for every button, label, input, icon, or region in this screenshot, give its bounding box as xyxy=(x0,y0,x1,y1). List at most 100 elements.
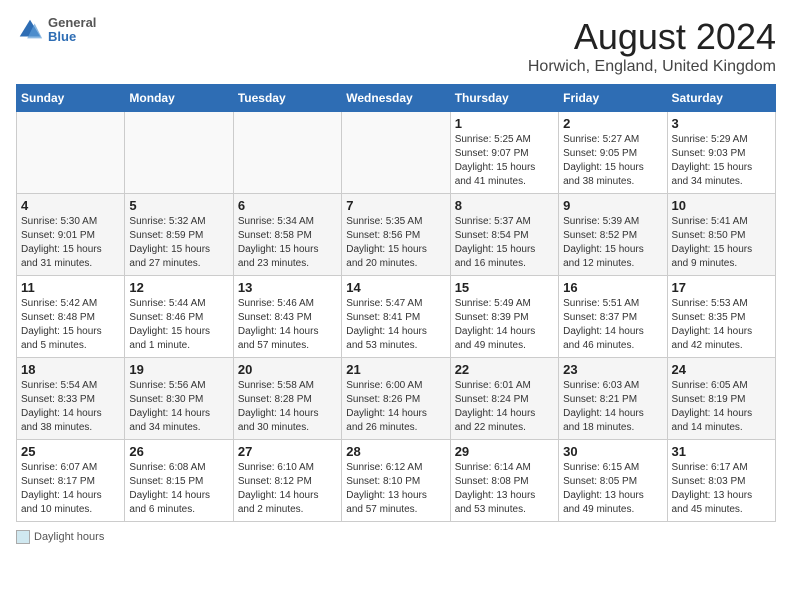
day-info: Sunrise: 5:44 AM Sunset: 8:46 PM Dayligh… xyxy=(129,297,228,353)
logo-text: General Blue xyxy=(48,16,96,45)
day-number: 9 xyxy=(563,198,662,213)
calendar-cell: 15Sunrise: 5:49 AM Sunset: 8:39 PM Dayli… xyxy=(450,276,558,358)
day-number: 3 xyxy=(672,116,771,131)
calendar-cell: 17 Sunrise: 5:53 AM Sunset: 8:35 PM Dayli… xyxy=(667,276,775,358)
day-info: Sunrise: 6:15 AM Sunset: 8:05 PM Dayligh… xyxy=(563,461,662,517)
calendar-cell: 30 Sunrise: 6:15 AM Sunset: 8:05 PM Dayli… xyxy=(559,440,667,522)
day-number: 31 xyxy=(672,444,771,459)
page-title: August 2024 xyxy=(528,16,776,58)
day-info: Sunrise: 6:14 AM Sunset: 8:08 PM Dayligh… xyxy=(455,461,554,517)
day-info: Sunrise: 5:32 AM Sunset: 8:59 PM Dayligh… xyxy=(129,215,228,271)
title-block: August 2024 Horwich, England, United Kin… xyxy=(528,16,776,76)
day-info: Sunrise: 6:01 AM Sunset: 8:24 PM Dayligh… xyxy=(455,379,554,435)
col-header-thursday: Thursday xyxy=(450,85,558,112)
calendar-cell: 3Sunrise: 5:29 AM Sunset: 9:03 PM Daylig… xyxy=(667,112,775,194)
day-number: 13 xyxy=(238,280,337,295)
day-number: 11 xyxy=(21,280,120,295)
day-number: 5 xyxy=(129,198,228,213)
calendar-cell: 12Sunrise: 5:44 AM Sunset: 8:46 PM Dayli… xyxy=(125,276,233,358)
day-number: 18 xyxy=(21,362,120,377)
calendar-cell: 8 Sunrise: 5:37 AM Sunset: 8:54 PM Daylig… xyxy=(450,194,558,276)
page-header: General Blue August 2024 Horwich, Englan… xyxy=(16,16,776,76)
day-info: Sunrise: 5:37 AM Sunset: 8:54 PM Dayligh… xyxy=(455,215,554,271)
day-number: 7 xyxy=(346,198,445,213)
calendar-cell xyxy=(233,112,341,194)
day-number: 30 xyxy=(563,444,662,459)
day-info: Sunrise: 6:00 AM Sunset: 8:26 PM Dayligh… xyxy=(346,379,445,435)
day-number: 26 xyxy=(129,444,228,459)
logo: General Blue xyxy=(16,16,96,45)
day-info: Sunrise: 6:03 AM Sunset: 8:21 PM Dayligh… xyxy=(563,379,662,435)
day-info: Sunrise: 6:17 AM Sunset: 8:03 PM Dayligh… xyxy=(672,461,771,517)
day-number: 6 xyxy=(238,198,337,213)
calendar-cell: 7 Sunrise: 5:35 AM Sunset: 8:56 PM Daylig… xyxy=(342,194,450,276)
day-info: Sunrise: 6:07 AM Sunset: 8:17 PM Dayligh… xyxy=(21,461,120,517)
col-header-tuesday: Tuesday xyxy=(233,85,341,112)
calendar-cell xyxy=(17,112,125,194)
calendar-cell: 23Sunrise: 6:03 AM Sunset: 8:21 PM Dayli… xyxy=(559,358,667,440)
calendar-cell: 9 Sunrise: 5:39 AM Sunset: 8:52 PM Daylig… xyxy=(559,194,667,276)
day-number: 22 xyxy=(455,362,554,377)
day-number: 2 xyxy=(563,116,662,131)
calendar-week-3: 11 Sunrise: 5:42 AM Sunset: 8:48 PM Dayli… xyxy=(17,276,776,358)
page-subtitle: Horwich, England, United Kingdom xyxy=(528,58,776,76)
calendar-cell: 26Sunrise: 6:08 AM Sunset: 8:15 PM Dayli… xyxy=(125,440,233,522)
day-info: Sunrise: 5:49 AM Sunset: 8:39 PM Dayligh… xyxy=(455,297,554,353)
day-info: Sunrise: 5:46 AM Sunset: 8:43 PM Dayligh… xyxy=(238,297,337,353)
daylight-label: Daylight hours xyxy=(34,531,104,543)
day-number: 8 xyxy=(455,198,554,213)
calendar-cell: 4 Sunrise: 5:30 AM Sunset: 9:01 PM Daylig… xyxy=(17,194,125,276)
day-info: Sunrise: 5:54 AM Sunset: 8:33 PM Dayligh… xyxy=(21,379,120,435)
day-number: 1 xyxy=(455,116,554,131)
calendar-footer: Daylight hours xyxy=(16,530,776,544)
day-info: Sunrise: 5:56 AM Sunset: 8:30 PM Dayligh… xyxy=(129,379,228,435)
col-header-monday: Monday xyxy=(125,85,233,112)
day-number: 29 xyxy=(455,444,554,459)
day-info: Sunrise: 6:05 AM Sunset: 8:19 PM Dayligh… xyxy=(672,379,771,435)
calendar-cell: 18 Sunrise: 5:54 AM Sunset: 8:33 PM Dayli… xyxy=(17,358,125,440)
calendar-cell: 10Sunrise: 5:41 AM Sunset: 8:50 PM Dayli… xyxy=(667,194,775,276)
calendar-cell: 31 Sunrise: 6:17 AM Sunset: 8:03 PM Dayli… xyxy=(667,440,775,522)
calendar-week-5: 25 Sunrise: 6:07 AM Sunset: 8:17 PM Dayli… xyxy=(17,440,776,522)
daylight-legend: Daylight hours xyxy=(16,530,104,544)
daylight-box xyxy=(16,530,30,544)
day-info: Sunrise: 5:25 AM Sunset: 9:07 PM Dayligh… xyxy=(455,133,554,189)
calendar-cell: 6 Sunrise: 5:34 AM Sunset: 8:58 PM Daylig… xyxy=(233,194,341,276)
calendar-week-1: 1 Sunrise: 5:25 AM Sunset: 9:07 PM Daylig… xyxy=(17,112,776,194)
col-header-saturday: Saturday xyxy=(667,85,775,112)
day-number: 17 xyxy=(672,280,771,295)
day-info: Sunrise: 5:34 AM Sunset: 8:58 PM Dayligh… xyxy=(238,215,337,271)
day-number: 25 xyxy=(21,444,120,459)
calendar-cell: 14 Sunrise: 5:47 AM Sunset: 8:41 PM Dayli… xyxy=(342,276,450,358)
day-info: Sunrise: 5:47 AM Sunset: 8:41 PM Dayligh… xyxy=(346,297,445,353)
calendar-table: SundayMondayTuesdayWednesdayThursdayFrid… xyxy=(16,84,776,522)
calendar-cell: 13 Sunrise: 5:46 AM Sunset: 8:43 PM Dayli… xyxy=(233,276,341,358)
day-info: Sunrise: 5:39 AM Sunset: 8:52 PM Dayligh… xyxy=(563,215,662,271)
day-number: 19 xyxy=(129,362,228,377)
calendar-cell: 5 Sunrise: 5:32 AM Sunset: 8:59 PM Daylig… xyxy=(125,194,233,276)
calendar-cell: 21Sunrise: 6:00 AM Sunset: 8:26 PM Dayli… xyxy=(342,358,450,440)
day-info: Sunrise: 6:10 AM Sunset: 8:12 PM Dayligh… xyxy=(238,461,337,517)
day-info: Sunrise: 5:30 AM Sunset: 9:01 PM Dayligh… xyxy=(21,215,120,271)
calendar-cell: 19 Sunrise: 5:56 AM Sunset: 8:30 PM Dayli… xyxy=(125,358,233,440)
calendar-cell: 29 Sunrise: 6:14 AM Sunset: 8:08 PM Dayli… xyxy=(450,440,558,522)
calendar-cell: 20Sunrise: 5:58 AM Sunset: 8:28 PM Dayli… xyxy=(233,358,341,440)
calendar-week-2: 4 Sunrise: 5:30 AM Sunset: 9:01 PM Daylig… xyxy=(17,194,776,276)
day-info: Sunrise: 5:42 AM Sunset: 8:48 PM Dayligh… xyxy=(21,297,120,353)
day-number: 27 xyxy=(238,444,337,459)
day-info: Sunrise: 5:35 AM Sunset: 8:56 PM Dayligh… xyxy=(346,215,445,271)
day-info: Sunrise: 6:12 AM Sunset: 8:10 PM Dayligh… xyxy=(346,461,445,517)
calendar-cell xyxy=(125,112,233,194)
calendar-cell: 22 Sunrise: 6:01 AM Sunset: 8:24 PM Dayli… xyxy=(450,358,558,440)
day-number: 14 xyxy=(346,280,445,295)
calendar-cell: 16Sunrise: 5:51 AM Sunset: 8:37 PM Dayli… xyxy=(559,276,667,358)
calendar-body: 1 Sunrise: 5:25 AM Sunset: 9:07 PM Daylig… xyxy=(17,112,776,522)
logo-icon xyxy=(16,16,44,44)
calendar-cell: 24Sunrise: 6:05 AM Sunset: 8:19 PM Dayli… xyxy=(667,358,775,440)
day-info: Sunrise: 5:53 AM Sunset: 8:35 PM Dayligh… xyxy=(672,297,771,353)
day-number: 16 xyxy=(563,280,662,295)
day-number: 4 xyxy=(21,198,120,213)
calendar-cell: 2Sunrise: 5:27 AM Sunset: 9:05 PM Daylig… xyxy=(559,112,667,194)
calendar-cell xyxy=(342,112,450,194)
calendar-week-4: 18 Sunrise: 5:54 AM Sunset: 8:33 PM Dayli… xyxy=(17,358,776,440)
